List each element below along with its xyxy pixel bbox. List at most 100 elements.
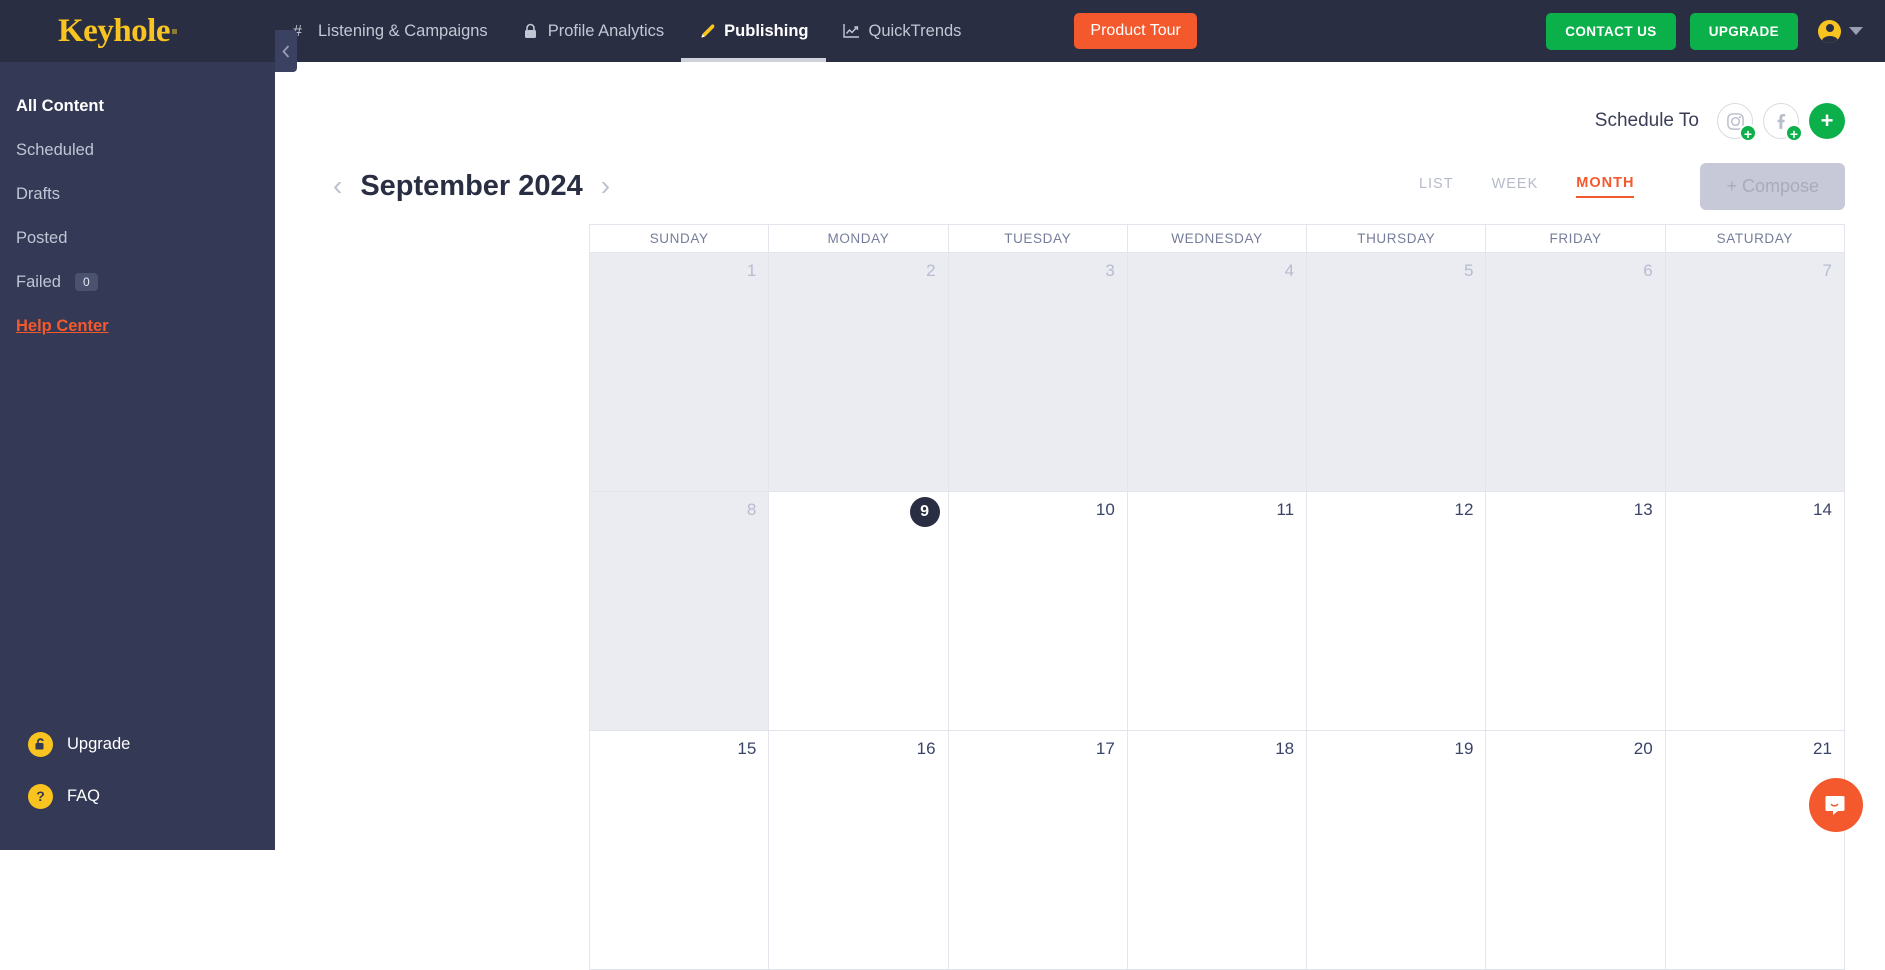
sidebar-item-faq[interactable]: ? FAQ: [0, 770, 275, 822]
trend-chart-icon: [843, 22, 861, 40]
calendar-day-cell-7[interactable]: 7: [1665, 253, 1845, 492]
calendar-day-number: 12: [1454, 500, 1474, 519]
schedule-account-instagram[interactable]: +: [1717, 103, 1757, 142]
calendar-day-cell-2[interactable]: 2: [769, 253, 949, 492]
question-mark-icon: ?: [28, 783, 53, 809]
calendar-day-number: 16: [916, 739, 936, 758]
schedule-to-label: Schedule To: [1594, 110, 1699, 131]
calendar-day-cell-21[interactable]: 21: [1665, 731, 1845, 970]
contact-us-button[interactable]: CONTACT US: [1546, 12, 1676, 50]
sidebar-item-help-center[interactable]: Help Center: [0, 304, 275, 348]
calendar-day-number: 6: [1643, 261, 1653, 280]
nav-label: Profile Analytics: [547, 21, 665, 40]
nav-label: QuickTrends: [868, 21, 962, 40]
sidebar-collapse-toggle[interactable]: [275, 30, 297, 72]
nav-item-publishing[interactable]: Publishing: [681, 0, 826, 62]
chevron-down-icon[interactable]: [1849, 27, 1863, 35]
calendar-day-cell-1[interactable]: 1: [590, 253, 770, 492]
sidebar-item-upgrade[interactable]: Upgrade: [0, 718, 275, 770]
add-account-badge-instagram[interactable]: +: [1739, 124, 1757, 142]
calendar-day-cell-20[interactable]: 20: [1486, 731, 1666, 970]
schedule-to-row: Schedule To + + +: [275, 62, 1885, 148]
calendar-header: ‹ September 2024 › LIST WEEK MONTH + Com…: [275, 148, 1885, 218]
calendar-day-cell-11[interactable]: 11: [1127, 492, 1308, 731]
sidebar-item-label: Upgrade: [67, 734, 131, 753]
calendar-day-cell-18[interactable]: 18: [1127, 731, 1308, 970]
account-menu[interactable]: [1818, 19, 1863, 43]
sidebar-item-label: All Content: [16, 96, 104, 115]
calendar-day-cell-5[interactable]: 5: [1307, 253, 1487, 492]
calendar-day-cell-15[interactable]: 15: [590, 731, 770, 970]
primary-nav: # Listening & Campaigns Profile Analytic…: [275, 0, 978, 62]
sidebar-item-label: Drafts: [16, 184, 61, 203]
calendar-day-cell-19[interactable]: 19: [1307, 731, 1487, 970]
sidebar-item-label: Help Center: [16, 316, 109, 335]
calendar-weekday-monday: MONDAY: [769, 225, 949, 253]
nav-label: Publishing: [724, 21, 809, 40]
sidebar-item-posted[interactable]: Posted: [0, 216, 275, 260]
sidebar-item-label: Failed: [16, 272, 61, 291]
calendar-day-number: 10: [1095, 500, 1115, 519]
calendar-weekday-header: SUNDAY MONDAY TUESDAY WEDNESDAY THURSDAY FRID…: [590, 225, 1845, 253]
brand-name: Keyhole: [58, 12, 170, 49]
nav-item-listening-campaigns[interactable]: # Listening & Campaigns: [275, 0, 505, 62]
nav-item-quicktrends[interactable]: QuickTrends: [826, 0, 979, 62]
view-toggle-list[interactable]: LIST: [1419, 176, 1454, 197]
avatar[interactable]: [1818, 19, 1841, 43]
calendar-weekday-tuesday: TUESDAY: [948, 225, 1128, 253]
calendar-day-cell-10[interactable]: 10: [948, 492, 1128, 731]
sidebar: All Content Scheduled Drafts Posted Fail…: [0, 62, 275, 850]
add-account-button[interactable]: +: [1809, 103, 1845, 139]
sidebar-item-label: Posted: [16, 228, 68, 247]
view-toggle-month[interactable]: MONTH: [1576, 175, 1635, 198]
calendar-day-number: 14: [1813, 500, 1832, 519]
chevron-left-icon: [282, 44, 290, 58]
calendar-day-cell-14[interactable]: 14: [1665, 492, 1845, 731]
sidebar-item-scheduled[interactable]: Scheduled: [0, 128, 275, 172]
calendar-weekday-friday: FRIDAY: [1486, 225, 1666, 253]
calendar-week-row: 8 9 10 11 12 13 14: [590, 492, 1845, 731]
next-month-button[interactable]: ›: [601, 172, 610, 200]
calendar-day-cell-17[interactable]: 17: [948, 731, 1128, 970]
calendar-day-cell-16[interactable]: 16: [769, 731, 949, 970]
brand-dot-icon: [171, 28, 177, 34]
calendar-day-number: 17: [1095, 739, 1115, 758]
month-navigation: ‹ September 2024 ›: [333, 170, 610, 203]
calendar-day-number: 7: [1822, 261, 1832, 280]
prev-month-button[interactable]: ‹: [333, 172, 342, 200]
nav-item-profile-analytics[interactable]: Profile Analytics: [505, 0, 681, 62]
calendar-day-cell-9[interactable]: 9: [769, 492, 949, 731]
calendar-day-number: 13: [1633, 500, 1653, 519]
calendar-day-number: 4: [1284, 261, 1295, 280]
sidebar-item-failed[interactable]: Failed 0: [0, 260, 275, 304]
sidebar-item-all-content[interactable]: All Content: [0, 84, 275, 128]
product-tour-button[interactable]: Product Tour: [1074, 13, 1197, 49]
calendar-day-number: 3: [1105, 261, 1115, 280]
view-toggle-week[interactable]: WEEK: [1492, 176, 1539, 197]
calendar-day-cell-13[interactable]: 13: [1486, 492, 1666, 731]
brand-logo[interactable]: Keyhole: [0, 0, 275, 62]
lock-icon: [522, 22, 540, 40]
calendar-day-cell-3[interactable]: 3: [948, 253, 1128, 492]
calendar-day-number: 20: [1633, 739, 1653, 758]
calendar-day-cell-8[interactable]: 8: [590, 492, 770, 731]
failed-count-badge: 0: [74, 273, 98, 291]
calendar-today-number: 9: [909, 497, 940, 527]
intercom-chat-button[interactable]: [1809, 778, 1863, 832]
calendar-week-row: 15 16 17 18 19 20 21: [590, 731, 1845, 970]
compose-button[interactable]: + Compose: [1700, 162, 1845, 210]
calendar-day-number: 8: [746, 500, 757, 519]
calendar-day-cell-6[interactable]: 6: [1486, 253, 1666, 492]
calendar-day-number: 5: [1463, 261, 1474, 280]
upgrade-button[interactable]: UPGRADE: [1689, 12, 1798, 50]
add-account-badge-facebook[interactable]: +: [1785, 124, 1803, 142]
main-content: Schedule To + + + ‹ September 2024 › LIS…: [275, 62, 1885, 970]
nav-right-actions: CONTACT US UPGRADE: [1546, 12, 1885, 50]
unlock-icon: [28, 731, 53, 757]
calendar-day-cell-4[interactable]: 4: [1127, 253, 1308, 492]
sidebar-item-drafts[interactable]: Drafts: [0, 172, 275, 216]
calendar-day-cell-12[interactable]: 12: [1307, 492, 1487, 731]
schedule-account-facebook[interactable]: +: [1763, 103, 1803, 142]
calendar-weeks: 1 2 3 4 5 6 7 8 9 10 11 12 13 14 15 16 17 18 19 20 21: [590, 253, 1845, 970]
calendar-weekday-thursday: THURSDAY: [1307, 225, 1487, 253]
